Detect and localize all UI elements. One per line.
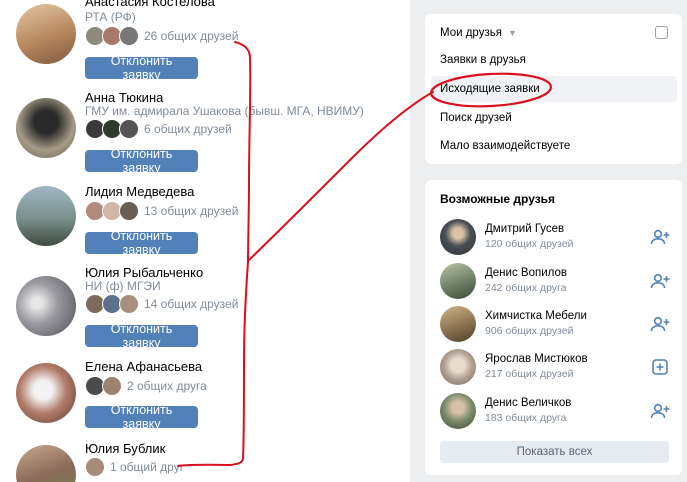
- mutual-avatar: [119, 294, 139, 314]
- mutual-friends[interactable]: 26 общих друзей: [85, 25, 238, 47]
- avatar[interactable]: [440, 393, 476, 429]
- outgoing-requests-list: Анастасия Костелова РТА (РФ) 26 общих др…: [0, 0, 410, 482]
- mutual-count: 14 общих друзей: [144, 297, 239, 311]
- mutual-count: 2 общих друга: [127, 379, 207, 393]
- avatar[interactable]: [16, 186, 76, 246]
- request-item: Лидия Медведева 13 общих друзей Отклонит…: [0, 178, 410, 263]
- nav-outgoing-requests[interactable]: Исходящие заявки: [431, 76, 677, 102]
- mutual-avatar: [119, 26, 139, 46]
- mutual-count: 13 общих друзей: [144, 204, 239, 218]
- avatar[interactable]: [440, 263, 476, 299]
- avatar[interactable]: [440, 219, 476, 255]
- show-all-button[interactable]: Показать всех: [440, 441, 669, 463]
- suggestion-mutual: 120 общих друзей: [485, 238, 574, 250]
- decline-request-button[interactable]: Отклонить заявку: [85, 147, 198, 175]
- suggestion-item: Денис Вопилов 242 общих друга: [425, 263, 682, 303]
- request-name[interactable]: Юлия Рыбальченко: [85, 265, 203, 280]
- suggestion-item: Денис Величков 183 общих друга: [425, 393, 682, 433]
- add-friend-icon[interactable]: [650, 315, 670, 333]
- avatar[interactable]: [16, 276, 76, 336]
- suggestion-name[interactable]: Дмитрий Гусев: [485, 223, 564, 235]
- mutual-friends[interactable]: 1 общий друг: [85, 456, 184, 478]
- mutual-avatar: [102, 376, 122, 396]
- mutual-friends[interactable]: 6 общих друзей: [85, 118, 232, 140]
- decline-request-button[interactable]: Отклонить заявку: [85, 322, 198, 350]
- nav-search-friends[interactable]: Поиск друзей: [431, 105, 677, 131]
- mutual-count: 1 общий друг: [110, 460, 185, 474]
- avatar[interactable]: [16, 445, 76, 482]
- mutual-count: 6 общих друзей: [144, 122, 232, 136]
- mutual-avatar: [119, 119, 139, 139]
- suggestion-item: Дмитрий Гусев 120 общих друзей: [425, 219, 682, 259]
- avatar[interactable]: [440, 306, 476, 342]
- plus-square-icon[interactable]: [650, 358, 670, 376]
- suggestion-name[interactable]: Денис Величков: [485, 397, 571, 409]
- avatar[interactable]: [440, 349, 476, 385]
- request-item: Анна Тюкина ГМУ им. адмирала Ушакова (бы…: [0, 80, 410, 175]
- calendar-icon[interactable]: [655, 26, 668, 39]
- request-item: Юлия Бублик 1 общий друг: [0, 437, 410, 482]
- suggested-friends-card: Возможные друзья Дмитрий Гусев 120 общих…: [425, 180, 682, 475]
- request-subtitle: НИ (ф) МГЭИ: [85, 279, 161, 293]
- suggestion-mutual: 242 общих друга: [485, 282, 567, 294]
- mutual-avatar: [119, 201, 139, 221]
- nav-friend-requests[interactable]: Заявки в друзья: [431, 47, 677, 73]
- mutual-friends[interactable]: 13 общих друзей: [85, 200, 238, 222]
- decline-request-button[interactable]: Отклонить заявку: [85, 403, 198, 431]
- friends-nav-menu: Мои друзья ▼ Заявки в друзья Исходящие з…: [425, 14, 682, 164]
- request-subtitle: ГМУ им. адмирала Ушакова (бывш. МГА, НВИ…: [85, 104, 364, 118]
- request-name[interactable]: Юлия Бублик: [85, 441, 165, 456]
- avatar[interactable]: [16, 98, 76, 158]
- request-subtitle: РТА (РФ): [85, 10, 136, 24]
- request-name[interactable]: Анастасия Костелова: [85, 0, 215, 9]
- request-name[interactable]: Лидия Медведева: [85, 184, 194, 199]
- mutual-avatar: [85, 457, 105, 477]
- add-friend-icon[interactable]: [650, 228, 670, 246]
- suggested-friends-title: Возможные друзья: [440, 192, 556, 206]
- suggestion-name[interactable]: Ярослав Мистюков: [485, 353, 588, 365]
- request-item: Анастасия Костелова РТА (РФ) 26 общих др…: [0, 0, 410, 82]
- nav-low-interaction[interactable]: Мало взаимодействуете: [431, 133, 677, 159]
- decline-request-button[interactable]: Отклонить заявку: [85, 229, 198, 257]
- suggestion-item: Ярослав Мистюков 217 общих друзей: [425, 349, 682, 389]
- chevron-down-icon: ▼: [507, 28, 517, 38]
- suggestion-mutual: 217 общих друзей: [485, 368, 574, 380]
- decline-request-button[interactable]: Отклонить заявку: [85, 54, 198, 82]
- mutual-friends[interactable]: 14 общих друзей: [85, 293, 238, 315]
- suggestion-name[interactable]: Химчистка Мебели: [485, 310, 587, 322]
- suggestion-mutual: 183 общих друга: [485, 412, 567, 424]
- avatar[interactable]: [16, 363, 76, 423]
- suggestion-item: Химчистка Мебели 906 общих друзей: [425, 306, 682, 346]
- nav-my-friends[interactable]: Мои друзья ▼: [431, 20, 677, 46]
- request-name[interactable]: Елена Афанасьева: [85, 359, 202, 374]
- add-friend-icon[interactable]: [650, 272, 670, 290]
- request-name[interactable]: Анна Тюкина: [85, 90, 163, 105]
- request-item: Юлия Рыбальченко НИ (ф) МГЭИ 14 общих др…: [0, 262, 410, 350]
- request-item: Елена Афанасьева 2 общих друга Отклонить…: [0, 355, 410, 437]
- mutual-friends[interactable]: 2 общих друга: [85, 375, 207, 397]
- suggestion-mutual: 906 общих друзей: [485, 325, 574, 337]
- add-friend-icon[interactable]: [650, 402, 670, 420]
- nav-label: Мои друзья: [440, 27, 502, 39]
- suggestion-name[interactable]: Денис Вопилов: [485, 267, 567, 279]
- avatar[interactable]: [16, 4, 76, 64]
- mutual-count: 26 общих друзей: [144, 29, 239, 43]
